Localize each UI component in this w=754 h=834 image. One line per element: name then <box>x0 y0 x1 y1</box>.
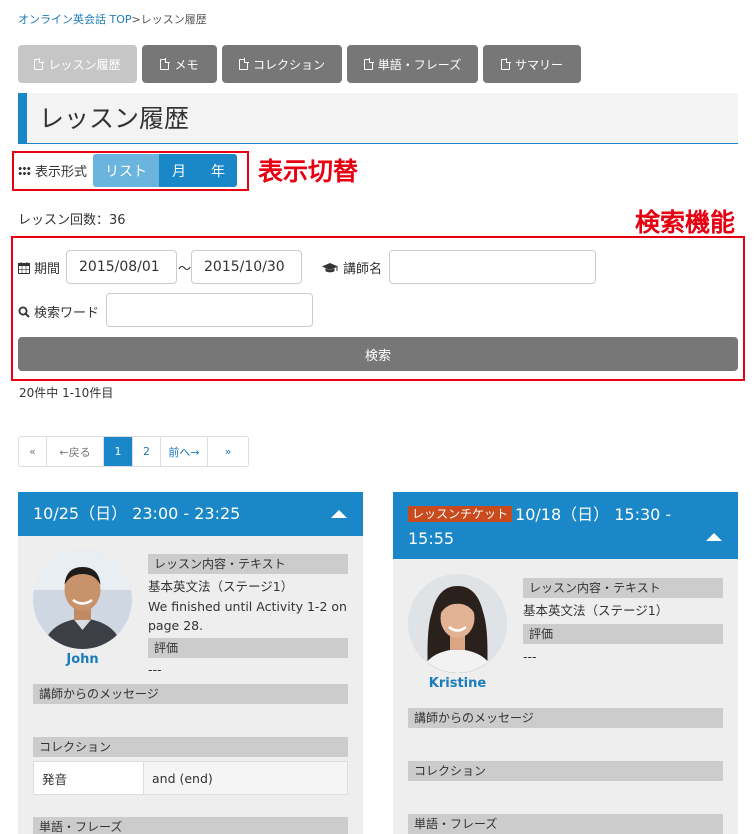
pagination-prev[interactable]: ←戻る <box>47 437 104 466</box>
teacher-name[interactable]: John <box>33 652 132 667</box>
lesson-content-title: 基本英文法（ステージ1） <box>148 579 294 594</box>
words-phrases-label: 単語・フレーズ <box>408 814 723 834</box>
lesson-count: レッスン回数：36 <box>18 213 126 228</box>
avatar <box>408 574 507 673</box>
view-option-list[interactable]: リスト <box>93 154 160 187</box>
period-label: 期間 <box>18 258 60 277</box>
document-icon <box>160 57 171 70</box>
keyword-input[interactable] <box>106 293 313 327</box>
section-tabs: レッスン履歴 メモ コレクション 単語・フレーズ サマリー <box>18 45 581 83</box>
breadcrumb: オンライン英会話 TOP>レッスン履歴 <box>18 11 207 27</box>
graduation-cap-icon <box>322 262 338 272</box>
tab-summary[interactable]: サマリー <box>483 45 581 83</box>
pagination-page-2[interactable]: 2 <box>133 437 161 466</box>
teacher-label-text: 講師名 <box>343 262 383 277</box>
document-icon <box>238 57 249 70</box>
rating-label: 評価 <box>523 624 723 644</box>
rating-value: --- <box>148 662 162 677</box>
pagination-last[interactable]: » <box>208 437 248 466</box>
page-title-bar: レッスン履歴 <box>18 93 738 144</box>
ticket-badge: レッスンチケット <box>408 506 513 522</box>
collection-term: 発音 <box>34 762 144 794</box>
breadcrumb-home-link[interactable]: オンライン英会話 TOP <box>18 13 132 26</box>
words-phrases-label: 単語・フレーズ <box>33 817 348 834</box>
collection-value: and (end) <box>152 770 213 786</box>
view-switch: 表示形式 リスト 月 年 <box>18 154 238 187</box>
tab-label: コレクション <box>252 57 325 72</box>
collection-label: コレクション <box>408 761 723 781</box>
rating-value: --- <box>523 649 537 664</box>
date-from-input[interactable] <box>66 250 177 284</box>
search-button[interactable]: 検索 <box>18 337 738 371</box>
lesson-content-title: 基本英文法（ステージ1） <box>523 603 669 618</box>
annotation-label-search: 検索機能 <box>635 208 736 237</box>
teacher-message-label: 講師からのメッセージ <box>408 708 723 728</box>
teacher-label: 講師名 <box>321 258 382 277</box>
pagination-first[interactable]: « <box>19 437 47 466</box>
tab-words-phrases[interactable]: 単語・フレーズ <box>347 45 478 83</box>
date-to-input[interactable] <box>191 250 302 284</box>
view-switch-label: 表示形式 <box>35 165 88 180</box>
lesson-card: レッスンチケット 10/18（日） 15:30 - 15:55 Kristine … <box>393 492 738 834</box>
tab-lesson-history[interactable]: レッスン履歴 <box>18 45 137 83</box>
teacher-name-input[interactable] <box>389 250 596 284</box>
view-option-month[interactable]: 月 <box>159 154 200 187</box>
keyword-label: 検索ワード <box>18 302 99 321</box>
grid-icon <box>18 165 31 176</box>
teacher-name[interactable]: Kristine <box>408 676 507 691</box>
breadcrumb-separator: > <box>131 13 141 26</box>
lesson-content-label: レッスン内容・テキスト <box>523 578 723 598</box>
collection-table-row: 発音 and (end) <box>33 761 348 795</box>
tab-label: 単語・フレーズ <box>377 57 462 72</box>
calendar-icon <box>18 261 30 274</box>
teacher-message-label: 講師からのメッセージ <box>33 684 348 704</box>
lesson-card-header[interactable]: レッスンチケット 10/18（日） 15:30 - 15:55 <box>393 492 738 559</box>
tab-label: メモ <box>174 57 199 72</box>
document-icon <box>34 57 45 70</box>
search-icon <box>18 306 30 318</box>
page-title: レッスン履歴 <box>39 104 190 133</box>
rating-label: 評価 <box>148 638 348 658</box>
view-option-year[interactable]: 年 <box>199 154 238 187</box>
pagination-next[interactable]: 前へ→ <box>161 437 208 466</box>
period-label-text: 期間 <box>34 262 61 277</box>
keyword-label-text: 検索ワード <box>34 306 100 321</box>
lesson-card: 10/25（日） 23:00 - 23:25 John レッスン内容・テキスト … <box>18 492 363 834</box>
date-range-tilde: ～ <box>178 262 192 277</box>
collection-label: コレクション <box>33 737 348 757</box>
pagination-page-1[interactable]: 1 <box>104 437 133 466</box>
result-range: 20件中 1-10件目 <box>19 386 114 400</box>
lesson-content-note: We finished until Activity 1-2 on page 2… <box>148 599 347 633</box>
document-icon <box>500 57 511 70</box>
pagination: « ←戻る 1 2 前へ→ » <box>18 436 249 467</box>
lesson-content-label: レッスン内容・テキスト <box>148 554 348 574</box>
lesson-datetime: 10/25（日） 23:00 - 23:25 <box>33 504 241 523</box>
tab-label: レッスン履歴 <box>48 57 121 72</box>
lesson-card-header[interactable]: 10/25（日） 23:00 - 23:25 <box>18 492 363 536</box>
collapse-caret-icon[interactable] <box>331 510 347 518</box>
collapse-caret-icon[interactable] <box>706 533 722 541</box>
document-icon <box>363 57 374 70</box>
annotation-label-view-switch: 表示切替 <box>258 157 359 186</box>
tab-collection[interactable]: コレクション <box>222 45 342 83</box>
breadcrumb-current: レッスン履歴 <box>140 13 207 26</box>
tab-memo[interactable]: メモ <box>142 45 217 83</box>
avatar <box>33 550 132 649</box>
tab-label: サマリー <box>514 57 563 72</box>
